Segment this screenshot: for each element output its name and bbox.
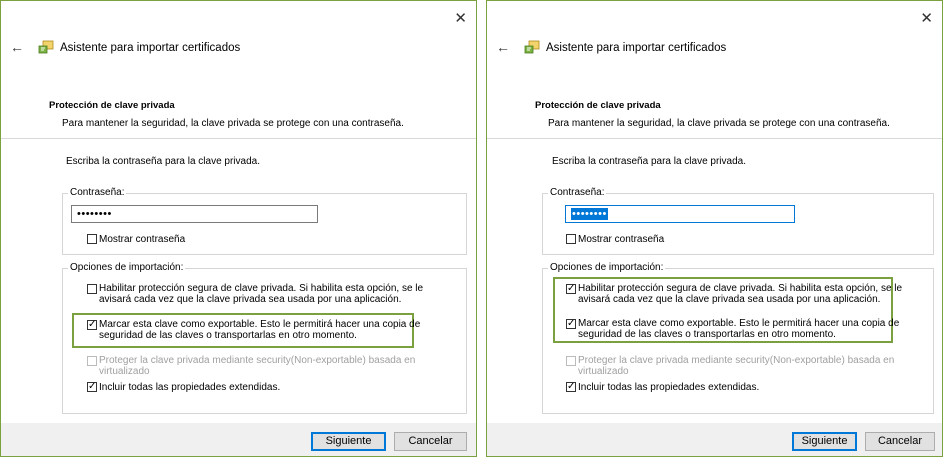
certificate-import-wizard-icon	[38, 40, 54, 54]
cancel-button[interactable]: Cancelar	[394, 432, 467, 451]
virtualized-protection-checkbox[interactable]	[566, 356, 576, 366]
password-field[interactable]: ••••••••	[71, 205, 318, 223]
exportable-checkbox[interactable]: ✓	[566, 319, 576, 329]
password-group: Contraseña:	[62, 187, 467, 255]
section-description: Para mantener la seguridad, la clave pri…	[548, 118, 890, 129]
certificate-import-wizard-icon	[524, 40, 540, 54]
wizard-footer: Siguiente Cancelar	[487, 423, 942, 456]
show-password-label: Mostrar contraseña	[578, 234, 665, 245]
extended-properties-checkbox[interactable]: ✓	[87, 382, 97, 392]
back-arrow-icon[interactable]: ←	[10, 40, 24, 54]
header-separator	[1, 138, 476, 139]
password-group: Contraseña:	[542, 187, 934, 255]
strong-protection-label: Habilitar protección segura de clave pri…	[578, 283, 903, 305]
exportable-label: Marcar esta clave como exportable. Esto …	[99, 319, 421, 341]
cancel-button[interactable]: Cancelar	[865, 432, 935, 451]
password-prompt: Escriba la contraseña para la clave priv…	[552, 156, 746, 167]
wizard-title: Asistente para importar certificados	[60, 42, 241, 54]
password-field[interactable]: ••••••••	[565, 205, 795, 223]
show-password-label: Mostrar contraseña	[99, 234, 186, 245]
virtualized-protection-label: Proteger la clave privada mediante secur…	[99, 355, 416, 377]
next-button[interactable]: Siguiente	[311, 432, 386, 451]
close-icon[interactable]: ✕	[454, 11, 467, 26]
wizard-footer: Siguiente Cancelar	[1, 423, 476, 456]
section-title: Protección de clave privada	[49, 100, 175, 111]
strong-protection-checkbox[interactable]: ✓	[566, 284, 576, 294]
extended-properties-label: Incluir todas las propiedades extendidas…	[578, 382, 760, 393]
next-button[interactable]: Siguiente	[792, 432, 857, 451]
section-title: Protección de clave privada	[535, 100, 661, 111]
import-options-label: Opciones de importación:	[548, 262, 666, 273]
back-arrow-icon[interactable]: ←	[496, 40, 510, 54]
password-prompt: Escriba la contraseña para la clave priv…	[66, 156, 260, 167]
virtualized-protection-checkbox[interactable]	[87, 356, 97, 366]
password-group-label: Contraseña:	[68, 187, 127, 198]
password-value: ••••••••	[571, 208, 608, 220]
password-value: ••••••••	[77, 208, 112, 220]
exportable-label: Marcar esta clave como exportable. Esto …	[578, 318, 900, 340]
header-separator	[487, 138, 942, 139]
import-wizard-window-right: ✕ ← Asistente para importar certificados…	[486, 0, 943, 457]
show-password-checkbox[interactable]	[87, 234, 97, 244]
import-wizard-window-left: ✕ ← Asistente para importar certificados…	[0, 0, 477, 457]
close-icon[interactable]: ✕	[920, 11, 933, 26]
extended-properties-label: Incluir todas las propiedades extendidas…	[99, 382, 281, 393]
virtualized-protection-label: Proteger la clave privada mediante secur…	[578, 355, 895, 377]
password-group-label: Contraseña:	[548, 187, 607, 198]
section-description: Para mantener la seguridad, la clave pri…	[62, 118, 404, 129]
strong-protection-checkbox[interactable]	[87, 284, 97, 294]
import-options-label: Opciones de importación:	[68, 262, 186, 273]
extended-properties-checkbox[interactable]: ✓	[566, 382, 576, 392]
show-password-checkbox[interactable]	[566, 234, 576, 244]
exportable-checkbox[interactable]: ✓	[87, 320, 97, 330]
strong-protection-label: Habilitar protección segura de clave pri…	[99, 283, 424, 305]
wizard-title: Asistente para importar certificados	[546, 42, 727, 54]
